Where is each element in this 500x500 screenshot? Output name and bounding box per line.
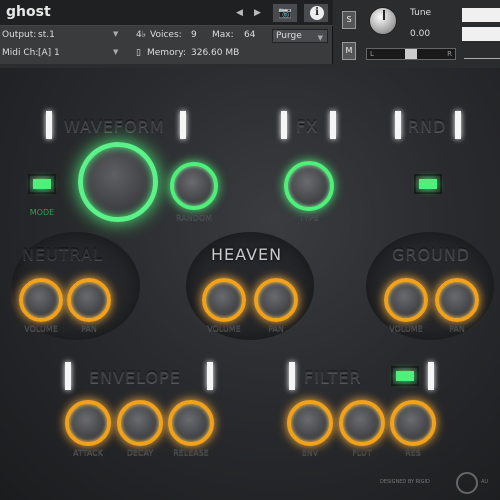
pan-slider-thumb[interactable] xyxy=(405,49,417,59)
fx-bracket-right xyxy=(330,111,336,139)
output-value[interactable]: st.1 xyxy=(38,30,55,40)
tune-value[interactable]: 0.00 xyxy=(410,29,430,39)
filter-switch[interactable] xyxy=(391,366,419,386)
instrument-header: ghost ◀ ▶ 📷 i Output: st.1 ▼ 4♭ Voices: … xyxy=(0,0,500,68)
envelope-bracket-left xyxy=(65,362,71,390)
max-label: Max: xyxy=(212,30,234,40)
midi-dropdown-icon[interactable]: ▼ xyxy=(113,48,118,56)
designed-by-text: DESIGNED BY xyxy=(380,479,415,485)
neutral-pan-label: PAN xyxy=(81,324,97,333)
pan-slider[interactable]: L R xyxy=(366,48,456,60)
heaven-volume-label: VOLUME xyxy=(207,324,241,333)
envelope-title: ENVELOPE xyxy=(89,368,181,387)
purge-dropdown-icon: ▼ xyxy=(317,34,323,42)
neutral-pan-knob[interactable] xyxy=(67,278,111,322)
envelope-bracket-right xyxy=(207,362,213,390)
filter-env-label: ENV xyxy=(301,448,319,457)
filter-title: FILTER xyxy=(304,368,362,387)
fx-title: FX xyxy=(296,117,319,136)
midi-label: Midi Ch: xyxy=(2,48,39,58)
attack-label: ATTACK xyxy=(72,448,104,457)
rnd-switch[interactable] xyxy=(414,174,442,194)
info-button[interactable]: i xyxy=(303,3,329,23)
ground-pan-knob[interactable] xyxy=(435,278,479,322)
decay-knob[interactable] xyxy=(117,400,163,446)
title-row: ghost ◀ ▶ 📷 i xyxy=(0,0,333,26)
arrow-left-icon[interactable]: ◀ xyxy=(236,8,243,18)
pan-left-label: L xyxy=(370,50,374,58)
rnd-bracket-right xyxy=(455,111,461,139)
arrow-right-icon[interactable]: ▶ xyxy=(254,8,261,18)
heaven-volume-knob[interactable] xyxy=(202,278,246,322)
waveform-knob[interactable] xyxy=(78,142,158,222)
release-label: RELEASE xyxy=(173,448,209,457)
purge-menu[interactable]: Purge ▼ xyxy=(272,29,328,43)
info-icon: i xyxy=(310,6,324,20)
credit-suffix: AU xyxy=(481,479,489,485)
tune-knob[interactable] xyxy=(369,7,397,35)
attack-knob[interactable] xyxy=(65,400,111,446)
mode-switch[interactable] xyxy=(28,174,56,194)
fx-type-label: TYPE xyxy=(299,213,319,222)
volume-meter-right xyxy=(462,27,500,41)
filter-res-knob[interactable] xyxy=(390,400,436,446)
rnd-bracket-left xyxy=(395,111,401,139)
instrument-info-panel: ghost ◀ ▶ 📷 i Output: st.1 ▼ 4♭ Voices: … xyxy=(0,0,333,64)
rnd-title: RND xyxy=(408,117,447,136)
random-knob[interactable] xyxy=(170,162,218,210)
release-knob[interactable] xyxy=(168,400,214,446)
midi-value[interactable]: [A] 1 xyxy=(38,48,60,58)
heaven-pan-label: PAN xyxy=(268,324,284,333)
memory-value: 326.60 MB xyxy=(191,48,240,58)
filter-bracket-right xyxy=(428,362,434,390)
ground-title: GROUND xyxy=(392,245,471,264)
waveform-bracket-right xyxy=(180,111,186,139)
waveform-title: WAVEFORM xyxy=(64,117,165,136)
volume-meter-left xyxy=(462,8,500,22)
voices-icon: 4♭ xyxy=(136,30,146,40)
instrument-name[interactable]: ghost xyxy=(6,4,51,20)
output-label: Output: xyxy=(2,30,37,40)
filter-res-label: RES xyxy=(405,448,421,457)
tune-label: Tune xyxy=(410,8,432,18)
memory-label: Memory: xyxy=(147,48,186,58)
fx-type-knob[interactable] xyxy=(284,161,334,211)
brand-logo-icon xyxy=(456,472,478,494)
midi-row: Midi Ch: [A] 1 ▼ ▯ Memory: 326.60 MB xyxy=(0,45,333,63)
designed-by-label: DESIGNED BY RIGID xyxy=(380,479,430,485)
mode-label: MODE xyxy=(29,208,55,217)
filter-env-knob[interactable] xyxy=(287,400,333,446)
purge-label: Purge xyxy=(276,31,302,41)
volume-fader[interactable] xyxy=(464,58,500,59)
ground-volume-knob[interactable] xyxy=(384,278,428,322)
filter-bracket-left xyxy=(289,362,295,390)
fx-bracket-left xyxy=(281,111,287,139)
mute-button[interactable]: M xyxy=(342,42,356,60)
waveform-bracket-left xyxy=(46,111,52,139)
camera-icon[interactable]: 📷 xyxy=(272,3,298,23)
filter-flut-knob[interactable] xyxy=(339,400,385,446)
credit-name: RIGID xyxy=(415,479,430,485)
solo-button[interactable]: S xyxy=(342,11,356,29)
output-dropdown-icon[interactable]: ▼ xyxy=(113,30,118,38)
pan-right-label: R xyxy=(447,50,452,58)
heaven-title: HEAVEN xyxy=(211,245,283,264)
heaven-pan-knob[interactable] xyxy=(254,278,298,322)
voices-label: Voices: xyxy=(150,30,182,40)
neutral-volume-knob[interactable] xyxy=(19,278,63,322)
ground-pan-label: PAN xyxy=(449,324,465,333)
max-value[interactable]: 64 xyxy=(244,30,255,40)
memory-icon: ▯ xyxy=(136,48,141,58)
neutral-title: NEUTRAL xyxy=(22,245,103,264)
voices-value: 9 xyxy=(191,30,197,40)
random-label: RANDOM xyxy=(175,213,213,222)
